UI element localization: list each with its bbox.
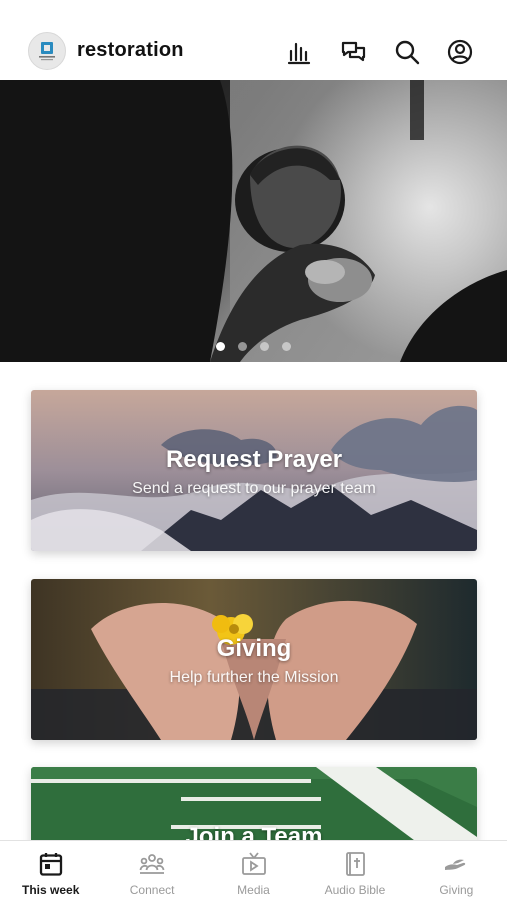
hero-carousel[interactable] bbox=[0, 80, 507, 362]
tab-label: Connect bbox=[129, 883, 175, 897]
carousel-dot[interactable] bbox=[216, 342, 225, 351]
tab-label: This week bbox=[22, 883, 80, 897]
tab-connect[interactable]: Connect bbox=[101, 841, 202, 900]
carousel-dots bbox=[0, 342, 507, 352]
carousel-dot[interactable] bbox=[282, 342, 291, 351]
request-prayer-card[interactable]: Request Prayer Send a request to our pra… bbox=[31, 390, 477, 551]
carousel-dot[interactable] bbox=[260, 342, 269, 351]
tv-icon bbox=[241, 852, 266, 875]
tab-label: Giving bbox=[439, 883, 474, 897]
chat-bubbles-icon[interactable] bbox=[339, 38, 367, 66]
tab-audio-bible[interactable]: Audio Bible bbox=[304, 841, 405, 900]
search-icon[interactable] bbox=[393, 38, 421, 66]
carousel-dot[interactable] bbox=[238, 342, 247, 351]
giving-text: Giving Help further the Mission bbox=[31, 635, 477, 687]
tab-media[interactable]: Media bbox=[203, 841, 304, 900]
tab-giving[interactable]: Giving bbox=[406, 841, 507, 900]
hero-image-praying-man bbox=[0, 80, 507, 362]
card-title: Giving bbox=[216, 635, 292, 662]
giving-card[interactable]: Giving Help further the Mission bbox=[31, 579, 477, 740]
app-name: restoration bbox=[77, 39, 184, 61]
request-prayer-text: Request Prayer Send a request to our pra… bbox=[31, 446, 477, 498]
profile-icon[interactable] bbox=[446, 38, 474, 66]
app-screen: restoration Request Prayer Send a reques… bbox=[0, 0, 507, 900]
calendar-icon bbox=[39, 853, 62, 876]
bottom-tab-bar: This week Connect Media Audio Bible Givi… bbox=[0, 840, 507, 900]
tab-this-week[interactable]: This week bbox=[0, 841, 101, 900]
app-header: restoration bbox=[0, 0, 507, 80]
giving-hand-icon bbox=[445, 859, 466, 870]
audio-bars-icon[interactable] bbox=[285, 38, 313, 66]
people-group-icon bbox=[139, 854, 165, 874]
card-title: Request Prayer bbox=[165, 446, 343, 473]
card-subtitle: Send a request to our prayer team bbox=[132, 480, 376, 497]
card-subtitle: Help further the Mission bbox=[169, 669, 339, 686]
bible-icon bbox=[346, 852, 365, 876]
tab-label: Media bbox=[237, 883, 270, 897]
church-logo-icon[interactable] bbox=[28, 32, 66, 70]
tab-label: Audio Bible bbox=[324, 883, 386, 897]
